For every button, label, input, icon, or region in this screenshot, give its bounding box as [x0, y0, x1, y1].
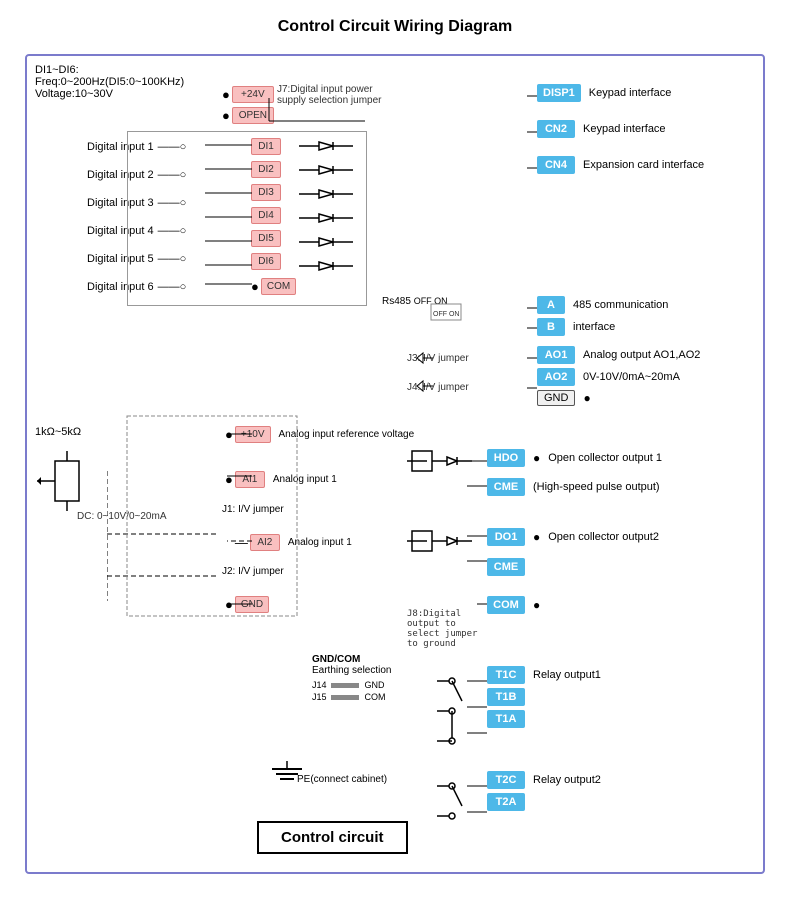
cn4-label: Expansion card interface	[583, 159, 704, 171]
com-out-terminal: COM	[487, 596, 525, 614]
relay2-terminals: T2C Relay output2 T2A	[487, 771, 601, 811]
ai1-terminal-area: ● AI1 Analog input 1	[225, 471, 337, 488]
b-label: interface	[573, 321, 615, 333]
ao2-terminal: AO2	[537, 368, 575, 386]
di-line1: DI1~DI6:	[35, 64, 184, 76]
di-line2: Freq:0~200Hz(DI5:0~100KHz)	[35, 76, 184, 88]
j8-line1: J8:Digital output to	[407, 609, 487, 629]
ao-label2: 0V-10V/0mA~20mA	[583, 371, 680, 383]
j8-line2: select jumper to ground	[407, 629, 487, 649]
hdo-terminal: HDO	[487, 449, 525, 467]
ai2-label: Analog input 1	[288, 537, 352, 548]
relay1-terminals: T1C Relay output1 T1B T1A	[487, 666, 601, 728]
di-line3: Voltage:10~30V	[35, 88, 184, 100]
cme1-row: CME (High-speed pulse output)	[487, 478, 660, 496]
cn2-row: CN2 Keypad interface	[537, 120, 666, 138]
j4-label: J4: I/V jumper	[407, 382, 469, 393]
ref-voltage-label: Analog input reference voltage	[279, 429, 415, 440]
cn4-terminal: CN4	[537, 156, 575, 174]
circuit-label: Control circuit	[257, 821, 408, 854]
gnd-ao-terminal: GND	[537, 390, 575, 406]
relay1-label: Relay output1	[533, 669, 601, 681]
do1-row: DO1 ● Open collector output2	[487, 528, 659, 546]
ai1-terminal: AI1	[235, 471, 265, 488]
j4-label-area: J4: I/V jumper	[407, 381, 469, 393]
j3-label-area: J3: I/V jumper	[407, 352, 469, 364]
analog-range-label: 1kΩ~5kΩ	[35, 426, 81, 438]
disp1-label: Keypad interface	[589, 87, 672, 99]
do1-label: Open collector output2	[548, 531, 659, 543]
rs485-area: Rs485 OFF ON	[382, 296, 448, 309]
hdo-row: HDO ● Open collector output 1	[487, 449, 662, 467]
hdo-symbol	[407, 441, 487, 504]
gnd-com-title: GND/COM	[312, 654, 392, 665]
j14-row: J14 GND	[312, 680, 392, 690]
disp1-row: DISP1 Keypad interface	[537, 84, 671, 102]
10v-terminal-area: ● +10V Analog input reference voltage	[225, 426, 414, 443]
dashed-lines	[107, 471, 227, 604]
open-terminal: OPEN	[232, 107, 274, 124]
ab-area: A 485 communication B interface	[537, 296, 668, 336]
disp1-terminal: DISP1	[537, 84, 581, 102]
rs485-label: Rs485 OFF ON	[382, 296, 448, 307]
j3-label: J3: I/V jumper	[407, 353, 469, 364]
hdo-label2: (High-speed pulse output)	[533, 481, 660, 493]
hdo-label: Open collector output 1	[548, 452, 662, 464]
do1-symbol	[407, 521, 487, 584]
diagram-container: DI1~DI6: Freq:0~200Hz(DI5:0~100KHz) Volt…	[25, 54, 765, 874]
b-terminal: B	[537, 318, 565, 336]
10v-terminal: +10V	[235, 426, 271, 443]
com-out-row: COM ●	[487, 596, 540, 614]
gnd-com-subtitle: Earthing selection	[312, 665, 392, 676]
cn4-row: CN4 Expansion card interface	[537, 156, 704, 174]
cme1-terminal: CME	[487, 478, 525, 496]
ao-label: Analog output AO1,AO2	[583, 349, 700, 361]
a-terminal: A	[537, 296, 565, 314]
j15-row: J15 COM	[312, 692, 392, 702]
ai1-label: Analog input 1	[273, 474, 337, 485]
page-title: Control Circuit Wiring Diagram	[20, 18, 770, 36]
di-info: DI1~DI6: Freq:0~200Hz(DI5:0~100KHz) Volt…	[35, 64, 184, 100]
gnd-analog-terminal: GND	[235, 596, 269, 613]
cn2-terminal: CN2	[537, 120, 575, 138]
resistor-symbol	[37, 451, 97, 544]
gnd-com-section: GND/COM Earthing selection J14 GND J15 C…	[312, 654, 392, 702]
ai2-terminal: AI2	[250, 534, 280, 551]
cme2-terminal: CME	[487, 558, 525, 576]
24v-terminal: +24V	[232, 86, 274, 103]
j1-label: J1: I/V jumper	[222, 504, 284, 515]
j7-label: J7:Digital input power supply selection …	[277, 84, 397, 106]
power-terminals: ● +24V ● OPEN	[222, 86, 274, 124]
ao1-terminal: AO1	[537, 346, 575, 364]
relay2-label: Relay output2	[533, 774, 601, 786]
cn2-label: Keypad interface	[583, 123, 666, 135]
do1-terminal: DO1	[487, 528, 525, 546]
a-label: 485 communication	[573, 299, 668, 311]
gnd-analog-area: ● GND	[225, 596, 269, 613]
ao-terminals: AO1 Analog output AO1,AO2 AO2 0V-10V/0mA…	[537, 346, 700, 406]
svg-text:OFF ON: OFF ON	[433, 311, 459, 318]
j2-label: J2: I/V jumper	[222, 566, 284, 577]
di-section-box	[127, 131, 367, 306]
ai2-terminal-area: ● — AI2 Analog input 1	[225, 534, 352, 551]
cme2-row: CME	[487, 558, 525, 576]
j8-label-area: J8:Digital output to select jumper to gr…	[407, 609, 487, 649]
pe-label: PE(connect cabinet)	[297, 774, 387, 785]
